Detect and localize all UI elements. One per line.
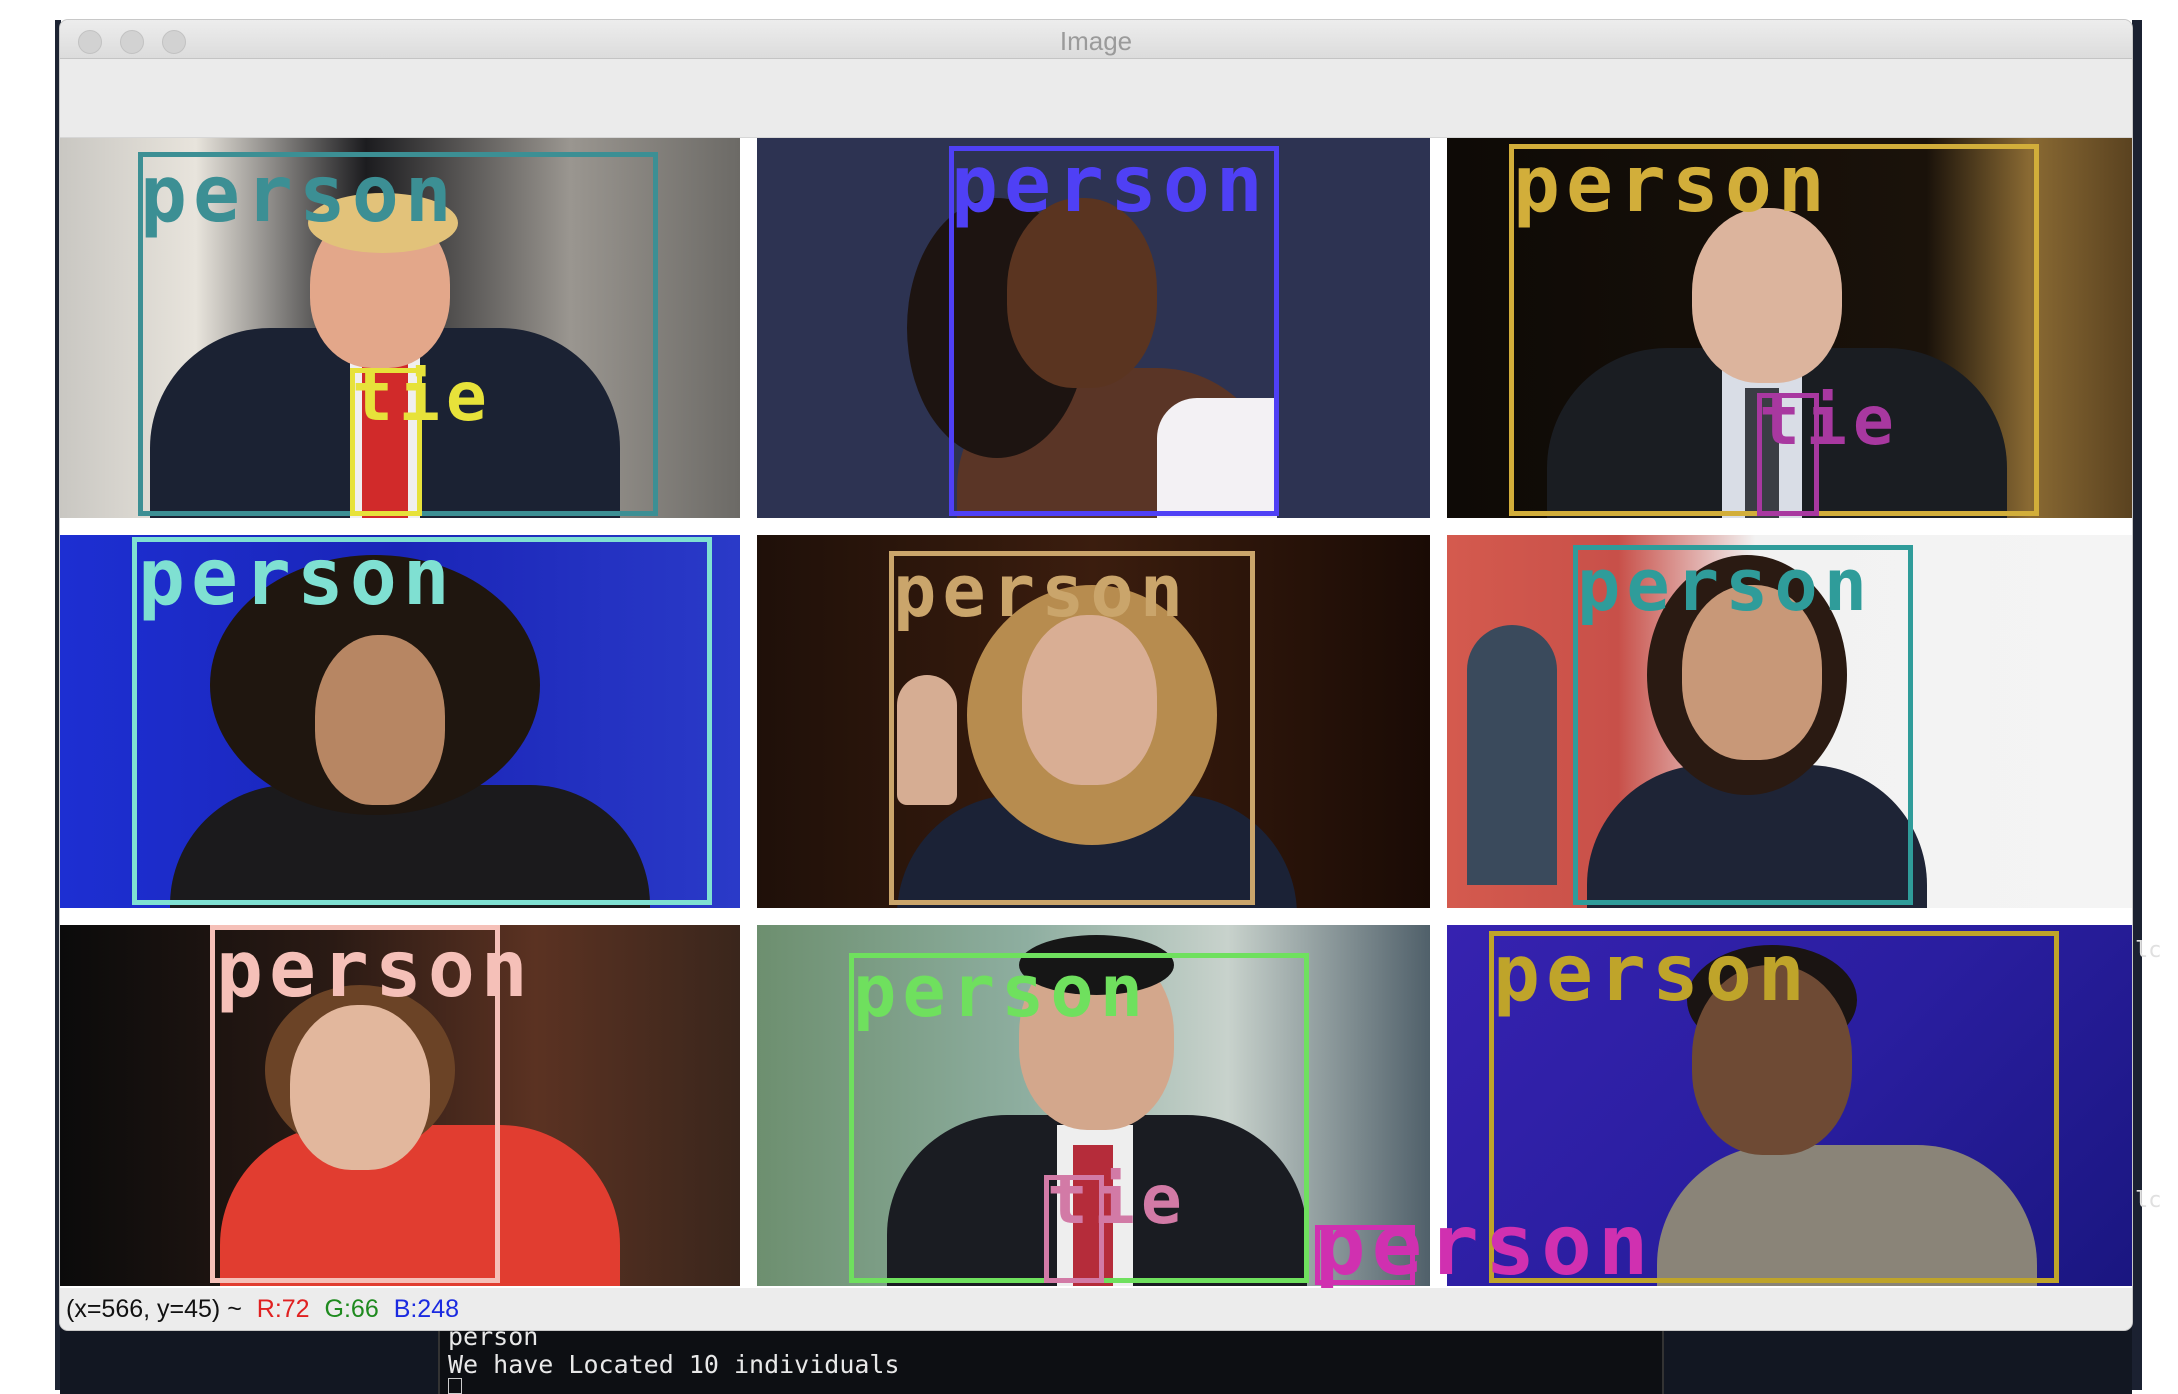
person-label: person <box>1513 140 1831 230</box>
person-label: person <box>951 140 1269 230</box>
blue-value: B:248 <box>393 1295 460 1323</box>
background-terminal-edge <box>2132 20 2142 1390</box>
person-label: person <box>216 925 534 1015</box>
tie-label: tie <box>1759 382 1900 461</box>
red-value: R:72 <box>256 1295 310 1323</box>
photo-tile-1: person tie <box>60 138 740 518</box>
photo-tile-5: person <box>757 535 1430 908</box>
image-canvas[interactable]: person tie person person tie person pers… <box>60 138 2132 1308</box>
person-label: person <box>140 150 458 240</box>
image-window[interactable]: Image person tie person person tie perso… <box>60 20 2132 1330</box>
photo-tile-7: person <box>60 925 740 1286</box>
person-label: person <box>1577 543 1874 627</box>
toolbar <box>60 59 2132 138</box>
window-arch <box>1467 625 1557 885</box>
cursor-coords: (x=566, y=45) ~ <box>66 1295 242 1323</box>
background-text: lc <box>2135 938 2162 963</box>
photo-tile-6: person <box>1447 535 2132 908</box>
window-title: Image <box>1059 26 1133 56</box>
terminal-message: We have Located 10 individuals <box>448 1350 900 1379</box>
desktop-left-edge <box>0 0 58 1394</box>
person-label: person <box>853 949 1150 1033</box>
person-label: person <box>1493 929 1811 1019</box>
tie-label: tie <box>1047 1161 1188 1240</box>
person-label: person <box>893 549 1190 633</box>
green-value: G:66 <box>324 1295 379 1323</box>
status-bar: (x=566, y=45) ~ R:72 G:66 B:248 <box>60 1288 2132 1330</box>
person-label: person <box>138 535 456 623</box>
terminal-cursor <box>448 1378 462 1394</box>
tie-label: tie <box>352 358 493 437</box>
title-bar[interactable]: Image <box>60 20 2132 59</box>
photo-tile-3: person tie <box>1447 138 2132 518</box>
photo-tile-4: person <box>60 535 740 908</box>
photo-tile-2: person <box>757 138 1430 518</box>
person-label-overflow: person <box>1315 1196 1655 1294</box>
background-text: lc <box>2135 1188 2162 1213</box>
